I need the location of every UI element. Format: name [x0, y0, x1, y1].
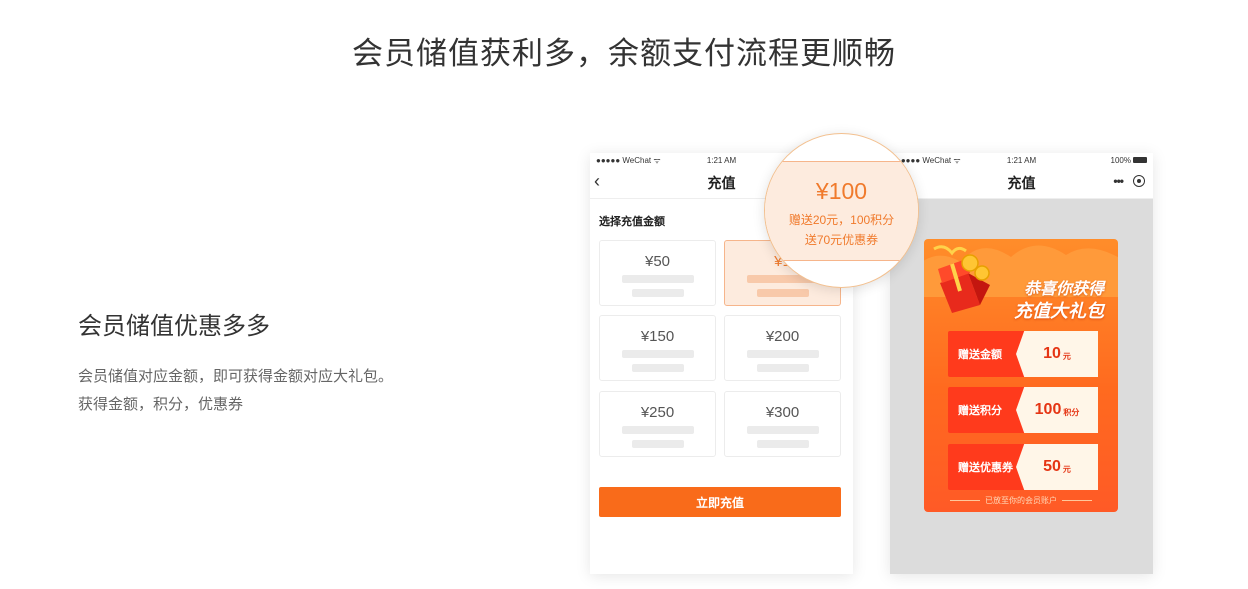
placeholder-bar — [621, 275, 694, 283]
feature-description: 会员储值对应金额，即可获得金额对应大礼包。 获得金额，积分，优惠券 — [78, 363, 478, 419]
amount-option-50[interactable]: ¥50 — [599, 240, 716, 306]
feature-desc-line1: 会员储值对应金额，即可获得金额对应大礼包。 — [78, 368, 394, 385]
gift-row-value: 10 元 — [1016, 331, 1098, 377]
gift-value-unit: 元 — [1062, 465, 1071, 474]
placeholder-bar — [756, 289, 809, 297]
amount-option-150[interactable]: ¥150 — [599, 315, 716, 381]
placeholder-bar — [756, 364, 809, 372]
amount-value: ¥200 — [765, 328, 800, 345]
gift-value-unit: 积分 — [1063, 408, 1080, 417]
select-amount-label: 选择充值金额 — [599, 216, 665, 228]
status-time: 1:21 AM — [1006, 155, 1037, 165]
amount-option-300[interactable]: ¥300 — [724, 391, 841, 457]
status-bar: ●●●●● WeChat ᯤ 1:21 AM 100% — [890, 153, 1153, 167]
gift-row-coupon: 赠送优惠券 50 元 — [948, 444, 1098, 490]
amount-value: ¥150 — [640, 328, 675, 345]
amount-value: ¥50 — [644, 253, 671, 270]
placeholder-bar — [621, 426, 694, 434]
amount-option-250[interactable]: ¥250 — [599, 391, 716, 457]
magnifier-callout: ¥100 赠送20元，100积分 送70元优惠券 — [764, 133, 919, 288]
amount-value: ¥250 — [640, 404, 675, 421]
magnified-amount: ¥100 — [815, 178, 868, 204]
gift-row-amount: 赠送金额 10 元 — [948, 331, 1098, 377]
page-title: 会员储值获利多，余额支付流程更顺畅 — [352, 36, 896, 71]
magnified-bonus-line2: 送70元优惠券 — [804, 233, 879, 247]
more-icon[interactable]: ••• — [1113, 174, 1124, 188]
placeholder-bar — [631, 440, 684, 448]
feature-block: 会员储值优惠多多 会员储值对应金额，即可获得金额对应大礼包。 获得金额，积分，优… — [78, 306, 478, 419]
gift-value-number: 100 — [1034, 401, 1062, 418]
gift-row-points: 赠送积分 100 积分 — [948, 387, 1098, 433]
nav-bar: 充值 ••• — [890, 167, 1153, 199]
gift-phone-mockup: ●●●●● WeChat ᯤ 1:21 AM 100% 充值 ••• 恭喜你获得… — [890, 153, 1153, 574]
gift-row-value: 50 元 — [1016, 444, 1098, 490]
back-icon[interactable]: ‹ — [594, 171, 600, 192]
gift-value-number: 50 — [1043, 458, 1061, 475]
placeholder-bar — [631, 289, 684, 297]
gift-value-number: 10 — [1043, 345, 1061, 362]
gift-footer-note: 已放至你的会员账户 — [924, 495, 1118, 506]
gift-title-line1: 恭喜你获得 — [1023, 281, 1104, 298]
placeholder-bar — [631, 364, 684, 372]
nav-title: 充值 — [1007, 174, 1036, 191]
gift-box-icon — [933, 245, 990, 313]
amount-value: ¥300 — [765, 404, 800, 421]
placeholder-bar — [746, 350, 819, 358]
mini-program-capsule: ••• — [1113, 174, 1145, 188]
gift-value-unit: 元 — [1062, 352, 1071, 361]
close-target-icon[interactable] — [1133, 175, 1145, 187]
placeholder-bar — [756, 440, 809, 448]
gift-package-card: 恭喜你获得 充值大礼包 赠送金额 10 元 赠送积分 100 积分 赠送优惠券 … — [924, 239, 1118, 512]
gift-row-value: 100 积分 — [1016, 387, 1098, 433]
feature-heading: 会员储值优惠多多 — [78, 313, 270, 340]
nav-title: 充值 — [707, 174, 736, 191]
placeholder-bar — [621, 350, 694, 358]
gift-title-line2: 充值大礼包 — [1014, 301, 1104, 321]
amount-option-200[interactable]: ¥200 — [724, 315, 841, 381]
placeholder-bar — [746, 426, 819, 434]
recharge-now-button[interactable]: 立即充值 — [599, 487, 841, 517]
magnified-bonus-line1: 赠送20元，100积分 — [788, 213, 895, 227]
feature-desc-line2: 获得金额，积分，优惠券 — [78, 396, 244, 413]
